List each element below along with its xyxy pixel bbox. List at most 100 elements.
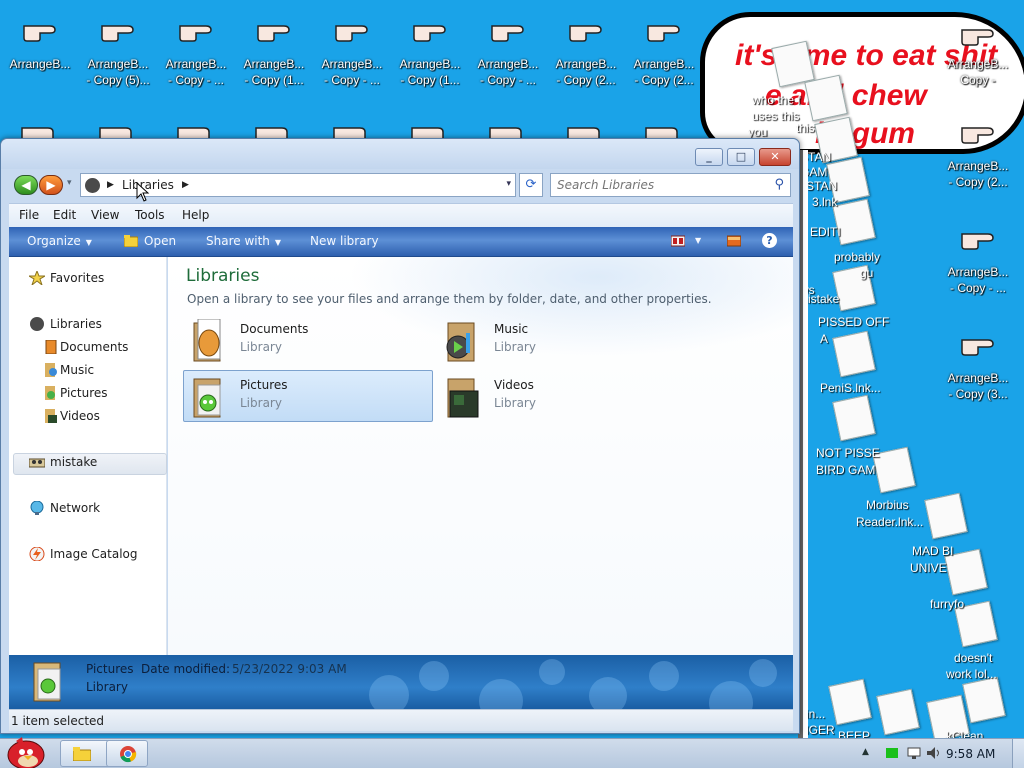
desktop-icon[interactable]: ArrangeB... - Copy - ... bbox=[470, 20, 546, 88]
volume-icon[interactable] bbox=[926, 746, 942, 760]
menu-tools[interactable]: Tools bbox=[135, 208, 165, 222]
desktop-icon-label: ArrangeB... bbox=[947, 159, 1009, 173]
refresh-button[interactable]: ⟳ bbox=[519, 173, 543, 197]
pointing-hand-icon bbox=[257, 25, 290, 42]
decorative-bubble bbox=[369, 675, 409, 709]
action-center-flag-icon[interactable] bbox=[884, 746, 900, 760]
command-bar: Organize ▼ Open Share with ▼ New library ▼… bbox=[9, 227, 793, 257]
nav-item-label: Favorites bbox=[50, 271, 105, 285]
desktop-icon[interactable]: ArrangeB... - Copy - ... bbox=[158, 20, 234, 88]
decorative-bubble bbox=[479, 679, 523, 709]
preview-pane-icon[interactable] bbox=[727, 235, 741, 247]
desktop-icon[interactable]: ArrangeB... - Copy (2... bbox=[626, 20, 702, 88]
desktop-icon[interactable]: ArrangeB... bbox=[2, 20, 78, 72]
close-button[interactable]: ✕ bbox=[759, 148, 791, 166]
breadcrumb-chevron-icon[interactable]: ▶ bbox=[182, 177, 189, 193]
back-button[interactable]: ◀ bbox=[14, 175, 38, 195]
desktop-icon-label: ArrangeB... bbox=[633, 57, 695, 71]
breadcrumb-chevron-icon[interactable]: ▶ bbox=[107, 177, 114, 193]
navigation-pane: Favorites Libraries Documents Music Pict… bbox=[9, 257, 167, 655]
desktop-icon[interactable]: ArrangeB... - Copy - ... bbox=[940, 228, 1016, 296]
desktop-icon-label: A bbox=[820, 332, 829, 346]
nav-item-mistake[interactable]: mistake bbox=[13, 451, 167, 473]
desktop-icon-label: Copy - bbox=[960, 73, 996, 87]
organize-button[interactable]: Organize ▼ bbox=[27, 234, 92, 248]
menu-view[interactable]: View bbox=[91, 208, 119, 222]
menu-file[interactable]: File bbox=[19, 208, 39, 222]
page-subtitle: Open a library to see your files and arr… bbox=[187, 292, 712, 306]
pointing-hand-icon bbox=[335, 25, 368, 42]
nav-item-pictures[interactable]: Pictures bbox=[13, 382, 167, 404]
minimize-button[interactable]: _ bbox=[695, 148, 723, 166]
note-paper-icon bbox=[832, 330, 876, 378]
chrome-icon bbox=[120, 746, 137, 763]
desktop-icon-label: - Copy - ... bbox=[323, 73, 380, 87]
library-name: Videos bbox=[494, 378, 534, 392]
library-type: Library bbox=[240, 340, 282, 354]
desktop-icon-label: - Copy (1... bbox=[244, 73, 304, 87]
search-icon[interactable]: ⚲ bbox=[774, 177, 784, 192]
desktop-icon-label: STAN bbox=[806, 179, 838, 193]
pictures-library-icon bbox=[45, 386, 55, 400]
angry-bird-start-button[interactable] bbox=[2, 733, 50, 768]
desktop-icon-label: gu bbox=[860, 266, 874, 280]
title-bar[interactable]: _ □ ✕ bbox=[1, 139, 799, 169]
nav-item-libraries[interactable]: Libraries bbox=[13, 313, 167, 335]
nav-item-music[interactable]: Music bbox=[13, 359, 167, 381]
organize-label: Organize bbox=[27, 234, 81, 248]
star-icon bbox=[29, 271, 45, 285]
maximize-button[interactable]: □ bbox=[727, 148, 755, 166]
search-box[interactable]: ⚲ bbox=[550, 173, 791, 197]
desktop-icon[interactable]: ArrangeB... - Copy (1... bbox=[392, 20, 468, 88]
desktop-icon[interactable]: ArrangeB... - Copy (1... bbox=[236, 20, 312, 88]
library-tile-documents[interactable]: Documents Library bbox=[183, 314, 433, 366]
address-row: ◀ ▶ ▾ ▶ Libraries ▶ ▾ ⟳ ⚲ bbox=[1, 169, 799, 203]
show-hidden-icons-button[interactable]: ▲ bbox=[862, 747, 869, 757]
library-tile-pictures[interactable]: Pictures Library bbox=[183, 370, 433, 422]
desktop-icon-label: - Copy - ... bbox=[949, 281, 1006, 295]
menu-edit[interactable]: Edit bbox=[53, 208, 76, 222]
view-options-dropdown[interactable]: ▼ bbox=[695, 236, 701, 245]
desktop-icon[interactable]: ArrangeB... - Copy (2... bbox=[548, 20, 624, 88]
nav-item-videos[interactable]: Videos bbox=[13, 405, 167, 427]
menu-help[interactable]: Help bbox=[182, 208, 209, 222]
desktop-icon-label: NOT PISSE bbox=[816, 446, 880, 460]
nav-item-label: Videos bbox=[60, 409, 100, 423]
recent-pages-dropdown[interactable]: ▾ bbox=[67, 178, 77, 188]
change-view-icon[interactable] bbox=[671, 235, 685, 247]
library-tile-music[interactable]: Music Library bbox=[437, 314, 687, 366]
explorer-window: _ □ ✕ ◀ ▶ ▾ ▶ Libraries ▶ ▾ ⟳ ⚲ File Edi… bbox=[0, 138, 800, 734]
desktop-icon-label: - Copy - ... bbox=[167, 73, 224, 87]
nav-item-favorites[interactable]: Favorites bbox=[13, 267, 167, 289]
desktop-icon-label: ArrangeB... bbox=[87, 57, 149, 71]
decorative-bubble bbox=[419, 661, 449, 691]
address-history-dropdown[interactable]: ▾ bbox=[506, 179, 511, 189]
network-status-icon[interactable] bbox=[906, 746, 922, 760]
desktop-icon-label: UNIVE bbox=[910, 561, 947, 575]
clock[interactable]: 9:58 AM bbox=[946, 747, 995, 761]
desktop-icon[interactable]: ArrangeB... Copy - bbox=[940, 24, 1016, 88]
show-desktop-button[interactable] bbox=[1012, 739, 1024, 768]
open-button[interactable]: Open bbox=[144, 234, 176, 248]
search-input[interactable] bbox=[557, 177, 757, 193]
decorative-bubble bbox=[539, 659, 565, 685]
desktop-icon[interactable]: ArrangeB... - Copy (5)... bbox=[80, 20, 156, 88]
desktop-icon[interactable]: ArrangeB... - Copy (3... bbox=[940, 334, 1016, 402]
library-name: Music bbox=[494, 322, 529, 336]
nav-item-image-catalog[interactable]: Image Catalog bbox=[13, 543, 167, 565]
note-paper-icon bbox=[962, 676, 1006, 724]
desktop-icon-label: - Copy (5)... bbox=[86, 73, 150, 87]
nav-item-network[interactable]: Network bbox=[13, 497, 167, 519]
nav-item-documents[interactable]: Documents bbox=[13, 336, 167, 358]
new-library-button[interactable]: New library bbox=[310, 234, 379, 248]
library-tile-videos[interactable]: Videos Library bbox=[437, 370, 687, 422]
desktop-icon[interactable]: ArrangeB... - Copy - ... bbox=[314, 20, 390, 88]
share-with-button[interactable]: Share with ▼ bbox=[206, 234, 281, 248]
nav-item-label: Libraries bbox=[50, 317, 102, 331]
forward-button[interactable]: ▶ bbox=[39, 175, 63, 195]
decorative-bubble bbox=[649, 661, 679, 691]
folder-icon bbox=[73, 747, 91, 761]
help-button[interactable]: ? bbox=[762, 233, 777, 248]
taskbar-chrome-button[interactable] bbox=[106, 740, 148, 767]
desktop-icon[interactable]: ArrangeB... - Copy (2... bbox=[940, 122, 1016, 190]
